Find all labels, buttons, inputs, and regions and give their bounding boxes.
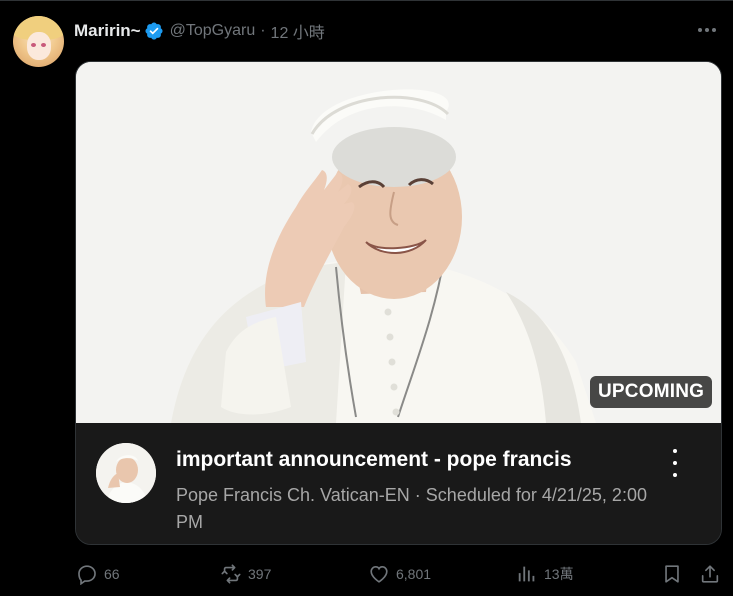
repost-count: 397 bbox=[248, 566, 272, 582]
avatar[interactable] bbox=[13, 16, 64, 67]
channel-avatar[interactable] bbox=[96, 443, 156, 503]
channel-avatar-image bbox=[96, 443, 156, 503]
video-meta: Pope Francis Ch. Vatican-EN · Scheduled … bbox=[176, 482, 676, 536]
video-card[interactable]: UPCOMING important announcement - pope f… bbox=[75, 61, 722, 545]
reply-button[interactable]: 66 bbox=[76, 563, 120, 585]
display-name[interactable]: Maririn~ bbox=[74, 21, 141, 41]
tweet-header: Maririn~ @TopGyaru · 12 小時 bbox=[74, 19, 325, 43]
video-thumbnail[interactable]: UPCOMING bbox=[76, 62, 721, 423]
video-title[interactable]: important announcement - pope francis bbox=[176, 448, 572, 472]
avatar-eye bbox=[31, 43, 36, 47]
share-button[interactable] bbox=[699, 563, 721, 590]
share-icon bbox=[701, 565, 719, 583]
meta-separator: · bbox=[414, 485, 421, 505]
more-icon[interactable] bbox=[695, 20, 719, 40]
views-count: 13萬 bbox=[544, 566, 574, 582]
divider bbox=[0, 0, 733, 1]
reply-count: 66 bbox=[104, 566, 120, 582]
repost-icon bbox=[221, 564, 241, 584]
like-button[interactable]: 6,801 bbox=[368, 563, 431, 585]
repost-button[interactable]: 397 bbox=[220, 563, 271, 585]
pope-photo bbox=[76, 62, 721, 423]
verified-icon bbox=[145, 22, 163, 40]
like-icon bbox=[370, 566, 388, 583]
action-bar: 66 397 6,801 13萬 bbox=[0, 560, 733, 590]
views-icon bbox=[518, 566, 535, 582]
like-count: 6,801 bbox=[396, 566, 432, 582]
kebab-icon[interactable] bbox=[668, 449, 682, 477]
avatar-eye bbox=[41, 43, 46, 47]
handle[interactable]: @TopGyaru bbox=[170, 22, 256, 40]
upcoming-badge: UPCOMING bbox=[590, 376, 713, 408]
views-button[interactable]: 13萬 bbox=[516, 563, 574, 585]
bookmark-button[interactable] bbox=[661, 563, 683, 590]
bookmark-icon bbox=[665, 565, 679, 583]
separator: · bbox=[260, 22, 266, 39]
video-info: important announcement - pope francis Po… bbox=[76, 423, 721, 544]
timestamp[interactable]: 12 小時 bbox=[271, 19, 325, 43]
channel-name[interactable]: Pope Francis Ch. Vatican-EN bbox=[176, 485, 410, 505]
reply-icon bbox=[78, 565, 96, 585]
